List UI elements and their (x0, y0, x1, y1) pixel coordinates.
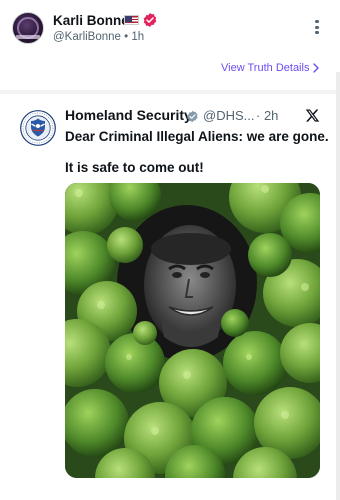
quoted-post[interactable]: Homeland Security @DHS... · 2h Dear Crim… (0, 96, 336, 500)
dhs-seal-icon (20, 110, 56, 146)
author-handle-time[interactable]: @KarliBonne • 1h (53, 31, 144, 43)
post-header: Karli Bonne’ @KarliBonne • 1h (0, 0, 340, 58)
view-truth-details-label: View Truth Details (221, 62, 310, 74)
x-logo-icon[interactable] (305, 108, 320, 123)
quoted-text-line-2: It is safe to come out! (65, 160, 204, 175)
author-name[interactable]: Karli Bonne’ (53, 13, 133, 28)
view-truth-details-link[interactable]: View Truth Details (221, 62, 319, 74)
quoted-media-image[interactable] (65, 183, 320, 478)
author-avatar[interactable] (12, 12, 44, 44)
section-divider (0, 90, 340, 94)
chevron-right-icon (313, 63, 319, 73)
verified-badge-icon (187, 110, 198, 123)
hedge-face-image (65, 183, 320, 478)
verified-badge-icon (143, 13, 157, 27)
scrollbar-track[interactable] (336, 72, 340, 500)
more-options-icon[interactable] (314, 20, 320, 36)
quoted-author-name[interactable]: Homeland Security (65, 107, 192, 123)
quoted-handle[interactable]: @DHS... (203, 108, 254, 123)
avatar-caption (16, 35, 40, 39)
us-flag-icon (124, 15, 139, 25)
quoted-text-line-1: Dear Criminal Illegal Aliens: we are gon… (65, 129, 329, 144)
quoted-time: · 2h (256, 108, 279, 123)
